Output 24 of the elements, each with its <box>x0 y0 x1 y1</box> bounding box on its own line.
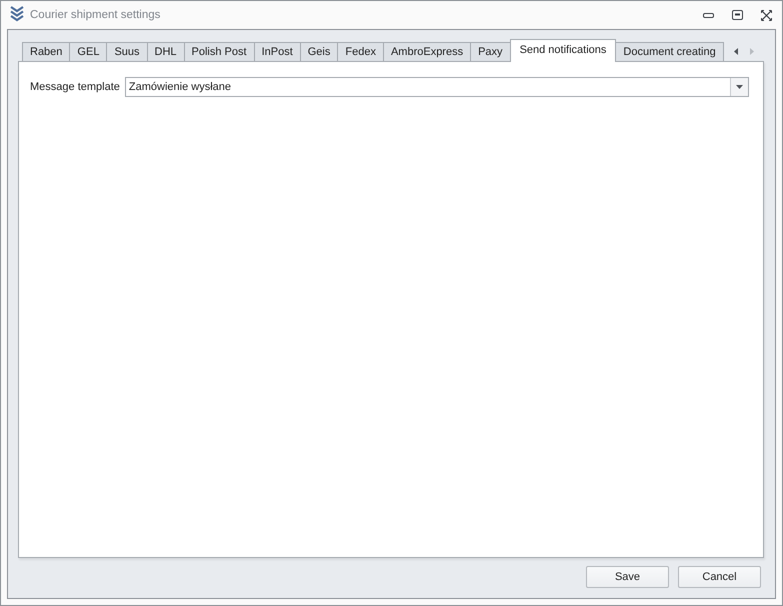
tab[interactable]: Document creating <box>615 42 724 61</box>
tab[interactable]: Raben <box>22 42 70 61</box>
tab[interactable]: DHL <box>146 42 185 61</box>
restore-icon[interactable] <box>732 10 743 20</box>
dropdown-button[interactable] <box>730 78 748 96</box>
tab[interactable]: AmbroExpress <box>382 42 472 61</box>
left-arrow-icon[interactable] <box>734 48 738 54</box>
template-dropdown[interactable]: Zamówienie wysłane <box>124 77 749 97</box>
minimize-icon[interactable] <box>703 12 714 18</box>
tab[interactable]: Suus <box>106 42 148 61</box>
field-label: Message template <box>30 81 120 93</box>
tab[interactable]: Fedex <box>337 42 384 61</box>
chevrons-icon <box>10 6 24 22</box>
tab[interactable]: GEL <box>69 42 108 61</box>
window-title: Courier shipment settings <box>30 8 160 20</box>
tab[interactable]: Polish Post <box>184 42 255 61</box>
tab[interactable]: Paxy <box>470 42 511 61</box>
close-icon[interactable] <box>761 10 772 20</box>
tab[interactable]: InPost <box>254 42 301 61</box>
cancel-button[interactable]: Cancel <box>678 566 761 588</box>
save-button[interactable]: Save <box>586 566 669 588</box>
tab[interactable]: Geis <box>300 42 338 61</box>
tab[interactable]: Send notifications <box>510 39 616 62</box>
caret-icon <box>736 85 743 89</box>
